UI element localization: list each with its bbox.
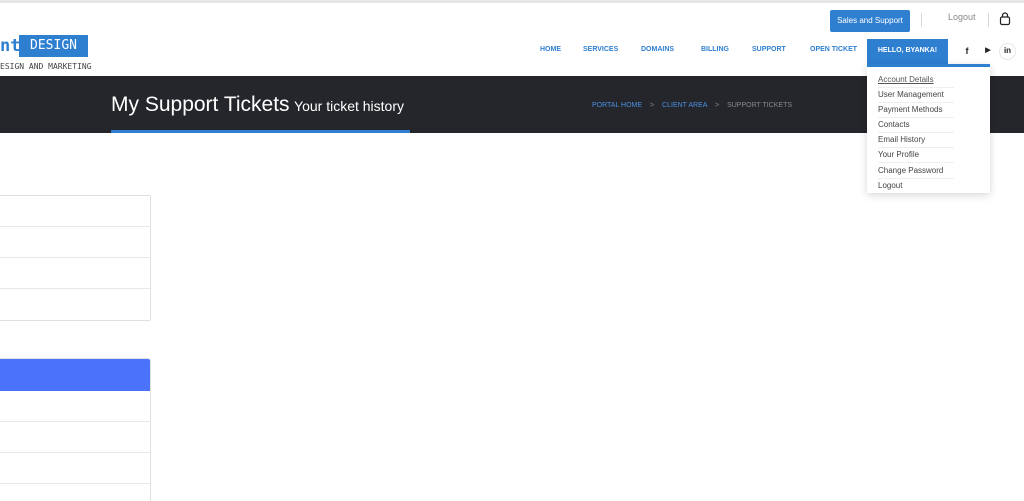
breadcrumb: PORTAL HOME > CLIENT AREA > SUPPORT TICK… [592,102,792,109]
menu-item-payment-methods[interactable]: Payment Methods [878,103,954,118]
sidebar-row[interactable] [0,422,150,453]
nav-services[interactable]: SERVICES [583,39,618,61]
menu-item-your-profile[interactable]: Your Profile [878,148,954,163]
sidebar-row[interactable] [0,453,150,484]
page-title: My Support Tickets Your ticket history [111,93,404,117]
menu-item-account-details[interactable]: Account Details [878,73,954,88]
breadcrumb-current: SUPPORT TICKETS [727,102,793,109]
sidebar-panel [0,195,151,321]
breadcrumb-separator: > [715,102,720,109]
sidebar-panel-support [0,358,151,501]
sidebar-row[interactable] [0,289,150,320]
top-bar-divider [988,13,989,27]
sales-and-support-button[interactable]: Sales and Support [830,10,910,32]
user-menu-button[interactable]: HELLO, BYANKA! [867,39,948,65]
top-bar-divider [921,13,922,27]
menu-item-contacts[interactable]: Contacts [878,118,954,133]
nav-home[interactable]: HOME [540,39,561,61]
menu-item-change-password[interactable]: Change Password [878,164,954,179]
top-bar: Sales and Support Logout [0,3,1024,33]
breadcrumb-client-area[interactable]: CLIENT AREA [662,102,707,109]
nav-open-ticket[interactable]: OPEN TICKET [810,39,857,61]
nav-billing[interactable]: BILLING [701,39,729,61]
sidebar-row[interactable] [0,227,150,258]
sidebar-panel-header [0,359,150,391]
menu-item-user-management[interactable]: User Management [878,88,954,103]
sidebar-row[interactable] [0,196,150,227]
title-underline [111,130,410,133]
nav-support[interactable]: SUPPORT [752,39,786,61]
sidebar-row[interactable] [0,391,150,422]
nav-domains[interactable]: DOMAINS [641,39,674,61]
breadcrumb-separator: > [650,102,655,109]
breadcrumb-portal-home[interactable]: PORTAL HOME [592,102,642,109]
linkedin-icon[interactable]: in [1000,44,1015,59]
logo-tagline: ESIGN AND MARKETING [0,62,92,71]
youtube-icon[interactable]: ▶ [981,44,995,58]
logout-link[interactable]: Logout [948,12,976,22]
shopping-bag-icon[interactable] [999,12,1011,26]
sidebar-row[interactable] [0,258,150,289]
menu-item-email-history[interactable]: Email History [878,133,954,148]
page-title-main: My Support Tickets [111,93,290,116]
menu-item-logout[interactable]: Logout [878,179,954,194]
facebook-icon[interactable]: f [960,44,974,58]
page-title-sub: Your ticket history [294,98,404,114]
sidebar-row[interactable] [0,484,150,501]
account-dropdown-menu: Account Details User Management Payment … [867,64,990,193]
